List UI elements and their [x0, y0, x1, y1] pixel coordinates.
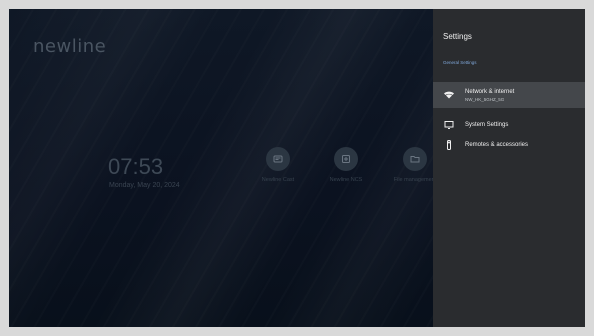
clock-date: Monday, May 20, 2024 — [109, 182, 180, 189]
settings-item-remotes[interactable]: Remotes & accessories — [433, 132, 585, 158]
app-label: Newline NCS — [329, 177, 363, 183]
app-label: Newline Cast — [261, 177, 295, 183]
network-label: Network & internet — [465, 88, 515, 95]
remotes-label: Remotes & accessories — [465, 142, 529, 148]
app-newline-cast[interactable]: Newline Cast — [246, 147, 310, 183]
remote-icon — [443, 139, 455, 151]
settings-title: Settings — [443, 32, 472, 41]
settings-panel: Settings General Settings Network & inte… — [433, 9, 585, 327]
app-newline-ncs[interactable]: Newline NCS — [314, 147, 378, 183]
brand-logo: newline — [33, 36, 107, 57]
folder-icon — [403, 147, 427, 171]
network-ssid: NW_HK_5GHZ_5G — [465, 96, 505, 102]
ncs-icon — [334, 147, 358, 171]
system-label: System Settings — [465, 122, 509, 128]
clock-time: 07:53 — [108, 154, 164, 179]
settings-section-title: General Settings — [443, 60, 477, 65]
monitor-icon — [443, 119, 455, 131]
settings-item-network[interactable]: Network & internet NW_HK_5GHZ_5G — [433, 82, 585, 108]
wifi-icon — [443, 89, 455, 101]
cast-icon — [266, 147, 290, 171]
